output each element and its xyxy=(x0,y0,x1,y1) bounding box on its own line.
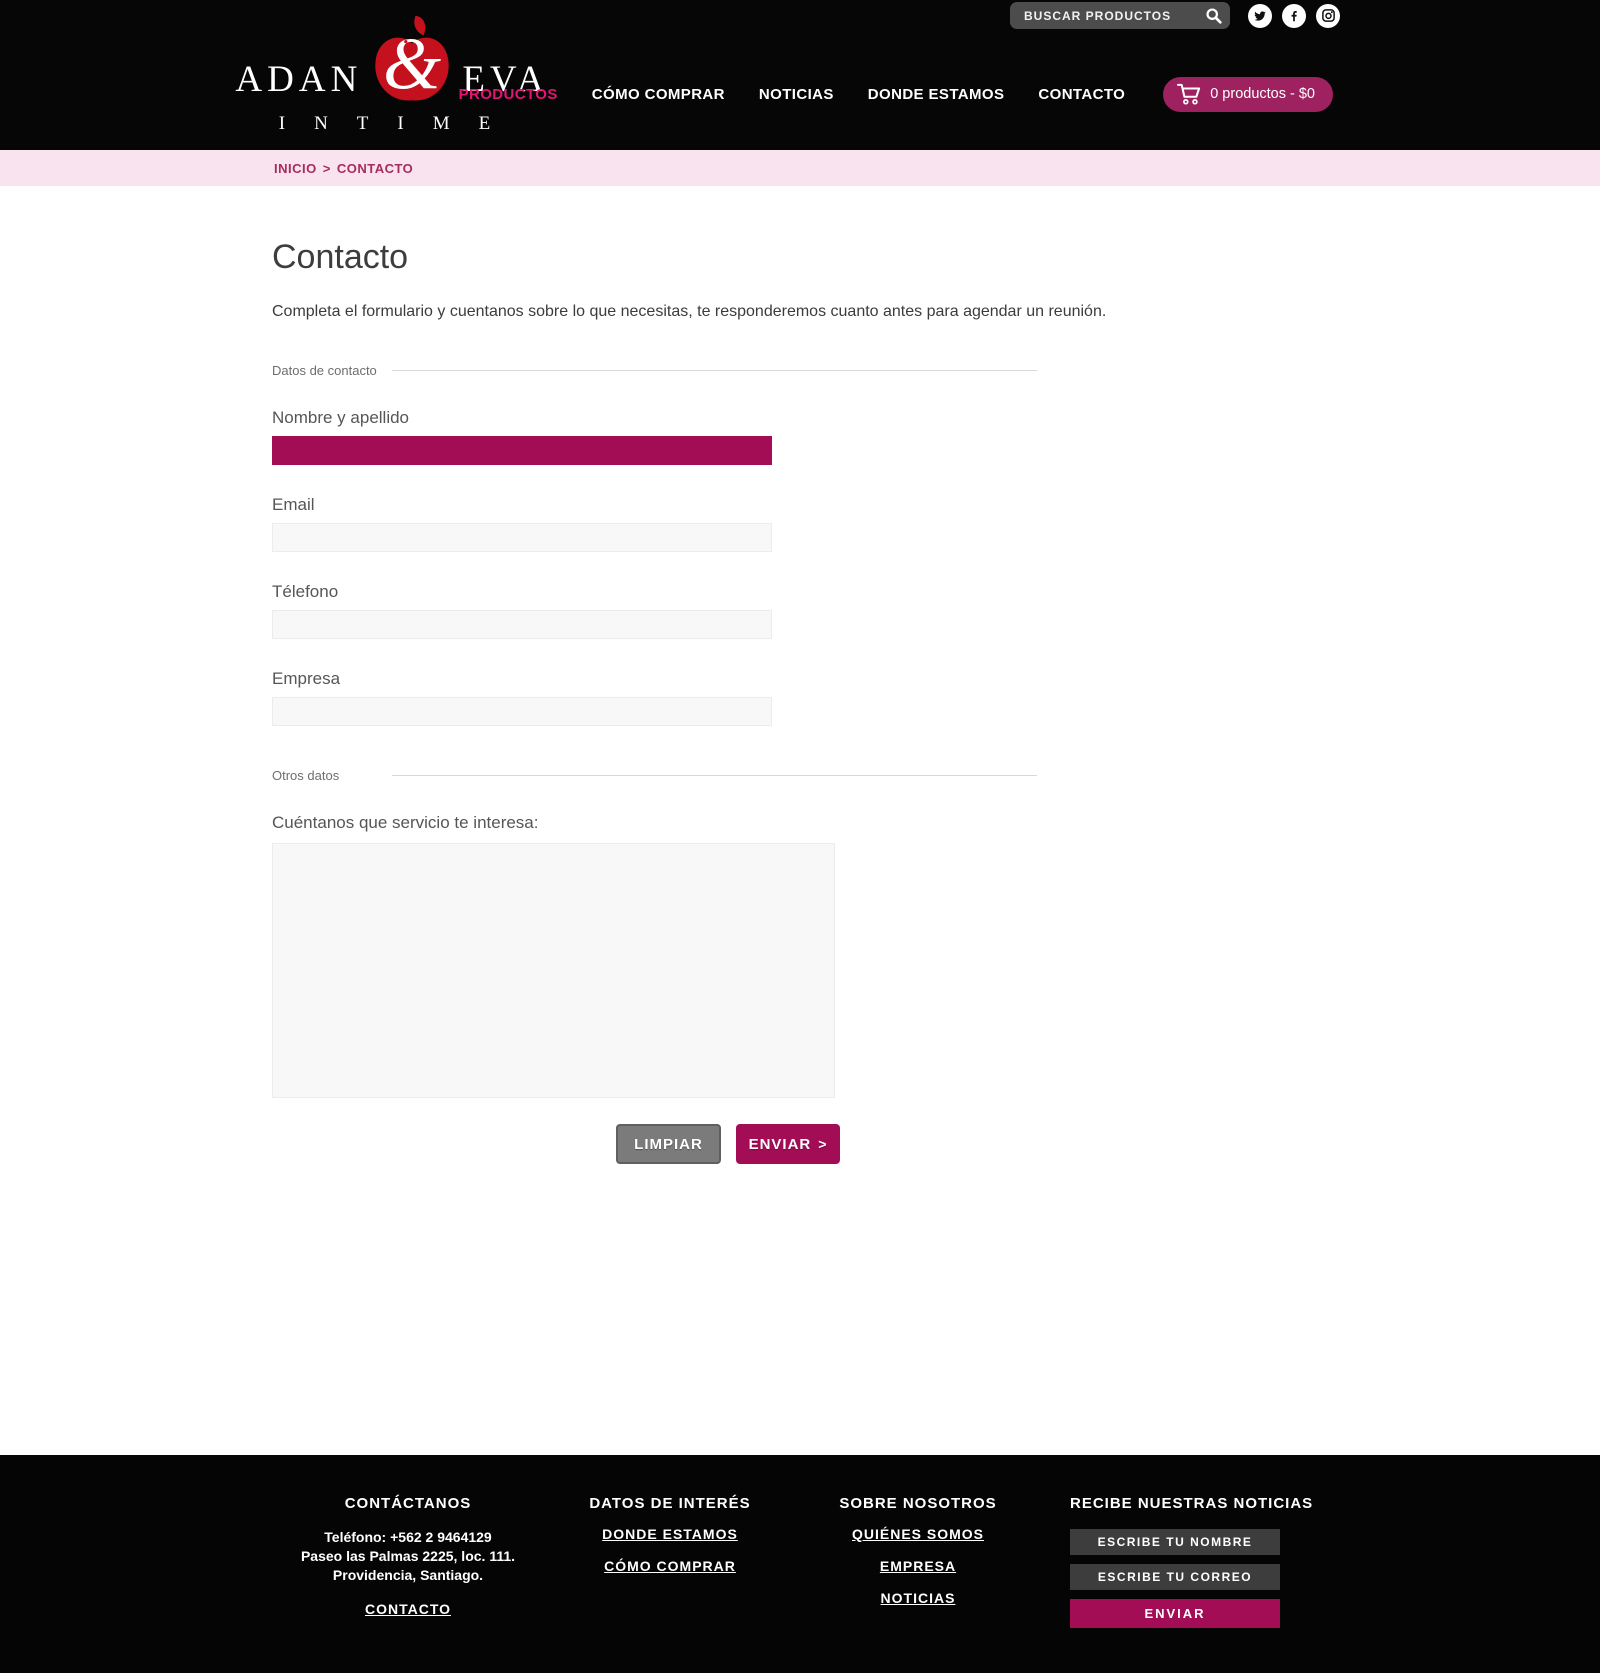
footer-contact-column: CONTÁCTANOS Teléfono: +562 2 9464129 Pas… xyxy=(272,1495,544,1673)
nav-item-como-comprar[interactable]: CÓMO COMPRAR xyxy=(592,86,725,103)
phone-label: Télefono xyxy=(272,582,1037,602)
send-button-label: ENVIAR xyxy=(749,1136,812,1153)
search-icon xyxy=(1205,7,1222,24)
footer-link-contacto[interactable]: CONTACTO xyxy=(365,1601,451,1617)
message-label: Cuéntanos que servicio te interesa: xyxy=(272,813,1037,833)
main-nav: PRODUCTOS CÓMO COMPRAR NOTICIAS DONDE ES… xyxy=(459,74,1333,114)
footer-about-column: SOBRE NOSOTROS QUIÉNES SOMOS EMPRESA NOT… xyxy=(818,1495,1018,1673)
footer-newsletter-title: RECIBE NUESTRAS NOTICIAS xyxy=(1070,1495,1280,1512)
facebook-icon[interactable] xyxy=(1282,4,1306,28)
header-topbar xyxy=(1010,2,1340,29)
footer-interest-column: DATOS DE INTERÉS DONDE ESTAMOS CÓMO COMP… xyxy=(570,1495,770,1673)
section-label: Datos de contacto xyxy=(272,363,392,378)
footer-about-title: SOBRE NOSOTROS xyxy=(818,1495,1018,1512)
page-title: Contacto xyxy=(272,238,1600,277)
footer-address-1: Paseo las Palmas 2225, loc. 111. xyxy=(272,1547,544,1566)
form-actions: LIMPIAR ENVIAR > xyxy=(616,1124,1037,1164)
svg-text:&: & xyxy=(383,23,441,106)
main-content: Contacto Completa el formulario y cuenta… xyxy=(0,186,1600,1455)
site-footer: CONTÁCTANOS Teléfono: +562 2 9464129 Pas… xyxy=(0,1455,1600,1673)
cart-button[interactable]: 0 productos - $0 xyxy=(1163,77,1333,112)
instagram-icon[interactable] xyxy=(1316,4,1340,28)
email-field[interactable] xyxy=(272,523,772,552)
search-button[interactable] xyxy=(1205,7,1222,24)
footer-contact-info: Teléfono: +562 2 9464129 Paseo las Palma… xyxy=(272,1528,544,1585)
cart-label: 0 productos - $0 xyxy=(1210,86,1315,102)
logo-subtitle: INTIME xyxy=(248,113,536,135)
section-otros-datos: Otros datos xyxy=(272,768,1037,783)
search-box xyxy=(1010,2,1230,29)
send-button[interactable]: ENVIAR > xyxy=(736,1124,840,1164)
company-label: Empresa xyxy=(272,669,1037,689)
footer-contact-title: CONTÁCTANOS xyxy=(272,1495,544,1512)
newsletter-send-button[interactable]: ENVIAR xyxy=(1070,1599,1280,1628)
name-field[interactable] xyxy=(272,436,772,465)
footer-interest-title: DATOS DE INTERÉS xyxy=(570,1495,770,1512)
section-label: Otros datos xyxy=(272,768,392,783)
name-label: Nombre y apellido xyxy=(272,408,1037,428)
footer-link-noticias[interactable]: NOTICIAS xyxy=(881,1590,956,1606)
footer-link-empresa[interactable]: EMPRESA xyxy=(880,1558,956,1574)
clear-button[interactable]: LIMPIAR xyxy=(616,1124,721,1164)
section-divider xyxy=(392,775,1037,776)
footer-phone: Teléfono: +562 2 9464129 xyxy=(272,1528,544,1547)
breadcrumb: INICIO > CONTACTO xyxy=(0,150,1600,186)
logo-word-adan: ADAN xyxy=(235,58,362,101)
nav-item-productos[interactable]: PRODUCTOS xyxy=(459,86,558,103)
footer-link-quienes-somos[interactable]: QUIÉNES SOMOS xyxy=(852,1526,984,1542)
chevron-right-icon: > xyxy=(818,1136,827,1152)
social-links xyxy=(1248,4,1340,28)
breadcrumb-home[interactable]: INICIO xyxy=(274,161,317,176)
company-field[interactable] xyxy=(272,697,772,726)
nav-item-donde-estamos[interactable]: DONDE ESTAMOS xyxy=(868,86,1005,103)
intro-text: Completa el formulario y cuentanos sobre… xyxy=(272,303,1600,321)
search-input[interactable] xyxy=(1024,9,1205,23)
nav-item-noticias[interactable]: NOTICIAS xyxy=(759,86,834,103)
footer-address-2: Providencia, Santiago. xyxy=(272,1566,544,1585)
contact-form: Datos de contacto Nombre y apellido Emai… xyxy=(272,363,1037,1164)
message-field[interactable] xyxy=(272,843,835,1098)
newsletter-email-input[interactable] xyxy=(1070,1564,1280,1590)
apple-ampersand-icon: & xyxy=(364,14,460,110)
section-divider xyxy=(392,370,1037,371)
breadcrumb-current: CONTACTO xyxy=(337,161,413,176)
cart-icon xyxy=(1177,83,1201,105)
newsletter-name-input[interactable] xyxy=(1070,1529,1280,1555)
breadcrumb-separator: > xyxy=(323,161,331,176)
section-datos-contacto: Datos de contacto xyxy=(272,363,1037,378)
footer-link-donde-estamos[interactable]: DONDE ESTAMOS xyxy=(602,1526,738,1542)
phone-field[interactable] xyxy=(272,610,772,639)
twitter-icon[interactable] xyxy=(1248,4,1272,28)
footer-link-como-comprar[interactable]: CÓMO COMPRAR xyxy=(604,1558,736,1574)
nav-item-contacto[interactable]: CONTACTO xyxy=(1038,86,1125,103)
footer-newsletter-column: RECIBE NUESTRAS NOTICIAS ENVIAR xyxy=(1070,1495,1280,1673)
email-label: Email xyxy=(272,495,1037,515)
site-header: ADAN & EVA INTIME xyxy=(0,0,1600,150)
